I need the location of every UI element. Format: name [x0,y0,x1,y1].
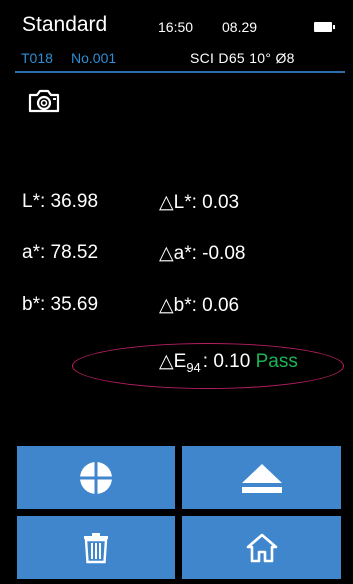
delta-l-value: L*: 0.03 [173,192,240,213]
clock-date: 08.29 [222,19,258,35]
page-title: Standard [22,13,108,36]
eject-button[interactable] [182,446,341,509]
record-id: T018 [21,50,53,66]
crosshair-target-icon [79,460,113,495]
delta-a-value: a*: -0.08 [173,243,246,264]
delta-e-subscript: 94 [186,360,201,375]
target-button[interactable] [17,446,175,509]
trash-icon [84,532,108,563]
delta-e-value: : 0.10 [202,351,251,372]
lab-b-value: b*: 35.69 [22,294,99,315]
delta-triangle-icon: △ [159,192,174,213]
delta-e-label: E [173,351,187,372]
delta-e-row: △E94: 0.10 Pass [159,350,298,375]
home-button[interactable] [182,516,341,579]
clock-time: 16:50 [158,19,194,35]
delete-button[interactable] [17,516,175,579]
battery-icon [314,22,335,32]
lab-a-value: a*: 78.52 [22,242,99,263]
header-divider [15,71,345,73]
delta-triangle-icon: △ [159,351,174,372]
delta-a-row: △a*: -0.08 [159,242,245,265]
status-badge: Pass [255,351,298,372]
delta-l-row: △L*: 0.03 [159,191,239,214]
delta-b-row: △b*: 0.06 [159,294,239,317]
eject-icon [241,463,282,493]
camera-icon[interactable] [27,88,61,114]
delta-b-value: b*: 0.06 [173,295,240,316]
lab-l-value: L*: 36.98 [22,191,99,212]
home-icon [246,533,277,562]
delta-triangle-icon: △ [159,295,174,316]
sample-number: No.001 [71,50,117,66]
delta-triangle-icon: △ [159,243,174,264]
measurement-mode: SCI D65 10° Ø8 [190,50,295,66]
